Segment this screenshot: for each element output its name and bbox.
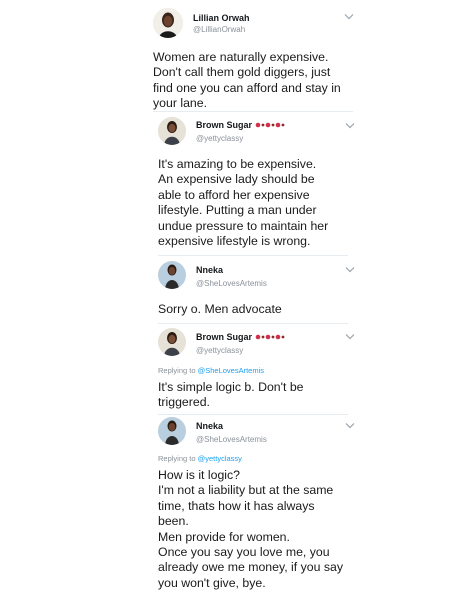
display-name[interactable]: Nneka (196, 265, 223, 275)
divider (158, 323, 348, 324)
lipstick-kiss-emoji (255, 121, 285, 129)
tweet-text: Women are naturally expensive. Don't cal… (153, 50, 341, 111)
chevron-down-icon[interactable] (344, 13, 354, 20)
user-handle[interactable]: @SheLovesArtemis (196, 435, 267, 444)
replying-to-link[interactable]: @SheLovesArtemis (198, 366, 264, 375)
display-name[interactable]: Nneka (196, 421, 223, 431)
tweet-text: It's simple logic b. Don't be triggered. (158, 380, 304, 410)
lipstick-kiss-emoji (255, 333, 285, 341)
replying-to: Replying to @SheLovesArtemis (158, 366, 264, 375)
avatar[interactable] (158, 328, 186, 356)
avatar[interactable] (153, 8, 183, 38)
user-handle[interactable]: @SheLovesArtemis (196, 279, 267, 288)
chevron-down-icon[interactable] (345, 266, 355, 273)
replying-to-label: Replying to (158, 454, 196, 463)
divider (158, 255, 348, 256)
avatar[interactable] (158, 117, 186, 145)
replying-to: Replying to @yettyclassy (158, 454, 242, 463)
divider (158, 414, 348, 415)
user-handle[interactable]: @yettyclassy (196, 134, 243, 143)
tweet-text: How is it logic? I'm not a liability but… (158, 468, 343, 590)
avatar[interactable] (158, 261, 186, 289)
chevron-down-icon[interactable] (345, 333, 355, 340)
divider (153, 111, 353, 112)
replying-to-link[interactable]: @yettyclassy (198, 454, 242, 463)
chevron-down-icon[interactable] (345, 422, 355, 429)
chevron-down-icon[interactable] (345, 122, 355, 129)
tweet-text: It's amazing to be expensive. An expensi… (158, 157, 329, 249)
user-handle[interactable]: @yettyclassy (196, 346, 243, 355)
replying-to-label: Replying to (158, 366, 196, 375)
tweet-text: Sorry o. Men advocate (158, 302, 282, 316)
display-name[interactable]: Brown Sugar (196, 120, 285, 130)
display-name[interactable]: Lillian Orwah (193, 13, 250, 23)
user-handle[interactable]: @LillianOrwah (193, 25, 245, 34)
avatar[interactable] (158, 417, 186, 445)
display-name[interactable]: Brown Sugar (196, 332, 285, 342)
